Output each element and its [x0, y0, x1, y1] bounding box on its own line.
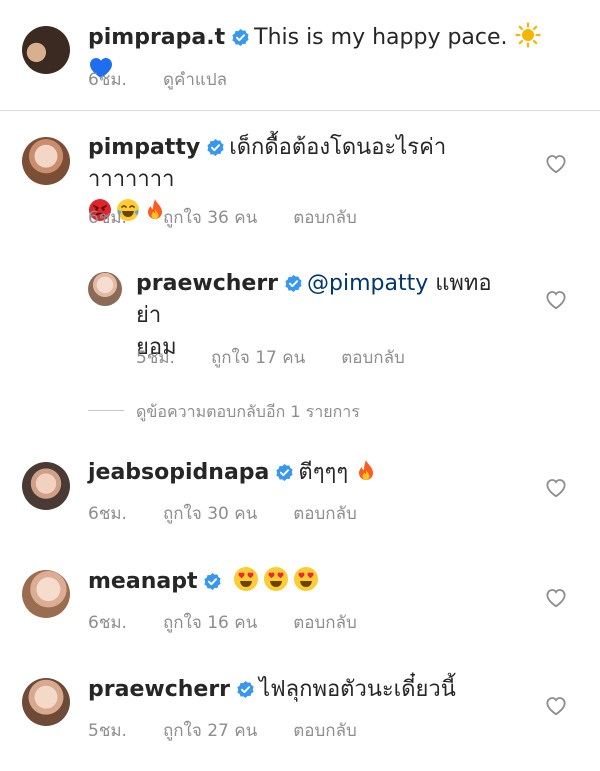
reply-meta: 5ชม. ถูกใจ 17 คน ตอบกลับ: [136, 344, 405, 371]
caption-avatar[interactable]: [22, 26, 70, 74]
comment-avatar[interactable]: [22, 462, 70, 510]
reply-button[interactable]: ตอบกลับ: [293, 721, 357, 741]
like-heart-icon[interactable]: [545, 154, 567, 174]
like-heart-icon[interactable]: [545, 478, 567, 498]
comment-meta: 6ชม. ถูกใจ 16 คน ตอบกลับ: [88, 609, 357, 636]
comment-text-block: meanapt: [88, 566, 518, 598]
comment-username[interactable]: meanapt: [88, 569, 197, 594]
reply-time: 5ชม.: [136, 348, 175, 368]
comment-likes[interactable]: ถูกใจ 16 คน: [163, 613, 257, 633]
comment-time: 6ชม.: [88, 613, 127, 633]
comment-row: praewcherr ไฟลุกพอตัวนะเดี๋ยวนี้ 5ชม. ถูกใ…: [0, 660, 600, 771]
comment-time: 6ชม.: [88, 208, 127, 228]
comment-avatar[interactable]: [22, 137, 70, 185]
view-replies-link[interactable]: ดูข้อความตอบกลับอีก 1 รายการ: [136, 400, 360, 425]
comment-username[interactable]: pimpatty: [88, 135, 200, 160]
view-replies-line: [88, 410, 124, 411]
verified-icon: [232, 28, 249, 47]
heart-eyes-emoji: [294, 567, 319, 591]
caption-time: 6ชม.: [88, 70, 127, 90]
verified-icon: [285, 274, 302, 293]
mention-link[interactable]: @pimpatty: [307, 271, 428, 296]
comment-row: pimpatty เด็กดื้อต้องโดนอะไรค่าาาาาาาา 6ช…: [0, 110, 600, 250]
reply-button[interactable]: ตอบกลับ: [341, 348, 405, 368]
fire-emoji: [359, 460, 374, 480]
comment-meta: 6ชม. ถูกใจ 30 คน ตอบกลับ: [88, 500, 357, 527]
reply-button[interactable]: ตอบกลับ: [293, 504, 357, 524]
comment-username[interactable]: jeabsopidnapa: [88, 460, 269, 485]
comment-time: 6ชม.: [88, 504, 127, 524]
reply-button[interactable]: ตอบกลับ: [293, 208, 357, 228]
reply-avatar[interactable]: [88, 272, 122, 306]
see-translation-link[interactable]: ดูคำแปล: [163, 70, 227, 90]
verified-icon: [207, 138, 224, 157]
reply-row: praewcherr @pimpatty แพทอย่า ยอม 5ชม. ถูกใ…: [0, 250, 600, 380]
verified-icon: [237, 680, 254, 699]
reply-username[interactable]: praewcherr: [136, 271, 278, 296]
comment-likes[interactable]: ถูกใจ 27 คน: [163, 721, 257, 741]
like-heart-icon[interactable]: [545, 696, 567, 716]
reply-likes[interactable]: ถูกใจ 17 คน: [211, 348, 305, 368]
comment-text: ไฟลุกพอตัวนะเดี๋ยวนี้: [259, 677, 456, 702]
comment-text-block: praewcherr ไฟลุกพอตัวนะเดี๋ยวนี้: [88, 674, 518, 706]
comment-username[interactable]: praewcherr: [88, 677, 230, 702]
caption-meta: 6ชม. ดูคำแปล: [88, 66, 227, 93]
like-heart-icon[interactable]: [545, 588, 567, 608]
caption-text: This is my happy pace.: [254, 25, 508, 50]
comment-avatar[interactable]: [22, 678, 70, 726]
caption-row: pimprapa.t This is my happy pace. 6ชม. ดูค…: [0, 0, 600, 110]
verified-icon: [204, 572, 222, 591]
comment-text: ตีๆๆๆ: [298, 460, 349, 485]
like-heart-icon[interactable]: [545, 290, 567, 310]
verified-icon: [276, 463, 293, 482]
comment-time: 5ชม.: [88, 721, 127, 741]
comment-text-block: jeabsopidnapa ตีๆๆๆ: [88, 457, 518, 489]
comment-meta: 6ชม. ถูกใจ 36 คน ตอบกลับ: [88, 204, 357, 231]
comment-likes[interactable]: ถูกใจ 30 คน: [163, 504, 257, 524]
heart-eyes-emoji: [234, 567, 259, 591]
comment-avatar[interactable]: [22, 570, 70, 618]
heart-eyes-emoji: [264, 567, 289, 591]
caption-username[interactable]: pimprapa.t: [88, 25, 225, 50]
comment-row: meanapt 6ชม. ถูกใจ 16 คน ตอบกลับ: [0, 550, 600, 660]
comment-row: jeabsopidnapa ตีๆๆๆ 6ชม. ถูกใจ 30 คน ตอบกลั…: [0, 440, 600, 550]
sun-emoji: [514, 22, 541, 48]
reply-button[interactable]: ตอบกลับ: [293, 613, 357, 633]
comment-likes[interactable]: ถูกใจ 36 คน: [163, 208, 257, 228]
comment-meta: 5ชม. ถูกใจ 27 คน ตอบกลับ: [88, 717, 357, 744]
